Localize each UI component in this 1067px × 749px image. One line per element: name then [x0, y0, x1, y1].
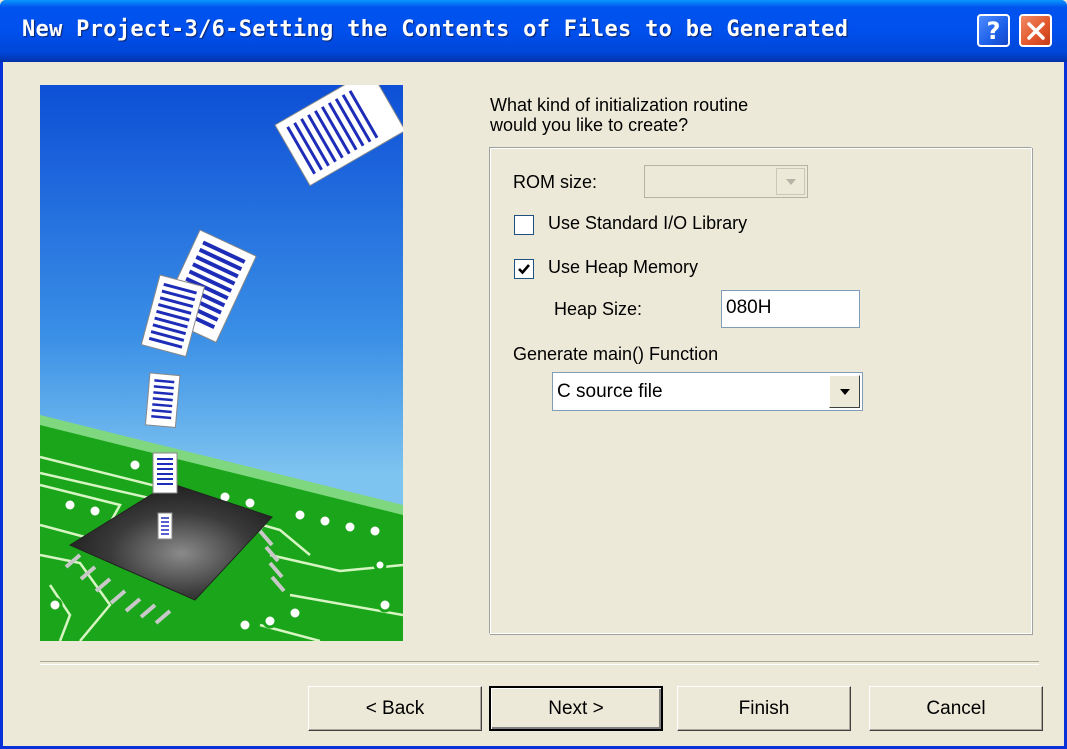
prompt-text: What kind of initialization routine woul… — [490, 95, 910, 135]
rom-size-select[interactable] — [644, 165, 808, 198]
title-bar[interactable]: New Project-3/6-Setting the Contents of … — [0, 0, 1067, 62]
close-button[interactable] — [1019, 14, 1052, 47]
heap-size-label: Heap Size: — [554, 299, 643, 319]
heap-size-input[interactable]: 080H — [721, 290, 860, 328]
finish-button[interactable]: Finish — [677, 686, 851, 731]
chevron-down-icon — [785, 178, 796, 185]
rom-size-label: ROM size: — [513, 172, 598, 192]
separator — [40, 661, 1039, 665]
close-icon — [1026, 21, 1045, 40]
help-button[interactable]: ? — [977, 14, 1010, 47]
main-func-value: C source file — [557, 381, 663, 402]
next-button[interactable]: Next > — [489, 686, 663, 731]
back-button[interactable]: < Back — [308, 686, 482, 731]
heap-memory-label[interactable]: Use Heap Memory — [548, 257, 698, 278]
checkmark-icon — [518, 264, 530, 275]
main-func-dropdown-button[interactable] — [829, 375, 860, 408]
cancel-button[interactable]: Cancel — [869, 686, 1043, 731]
heap-memory-checkbox[interactable] — [514, 259, 534, 279]
prompt-line-2: would you like to create? — [490, 115, 689, 135]
std-io-label[interactable]: Use Standard I/O Library — [548, 213, 747, 234]
std-io-checkbox[interactable] — [514, 215, 534, 235]
dialog-window: New Project-3/6-Setting the Contents of … — [0, 0, 1067, 749]
main-func-label: Generate main() Function — [513, 344, 719, 364]
prompt-line-1: What kind of initialization routine — [490, 95, 749, 115]
chevron-down-icon — [839, 388, 850, 395]
rom-size-dropdown-button[interactable] — [776, 168, 805, 195]
help-icon: ? — [986, 16, 1001, 45]
main-func-select[interactable]: C source file — [552, 372, 863, 411]
window-title: New Project-3/6-Setting the Contents of … — [22, 17, 849, 42]
wizard-illustration — [40, 85, 403, 641]
